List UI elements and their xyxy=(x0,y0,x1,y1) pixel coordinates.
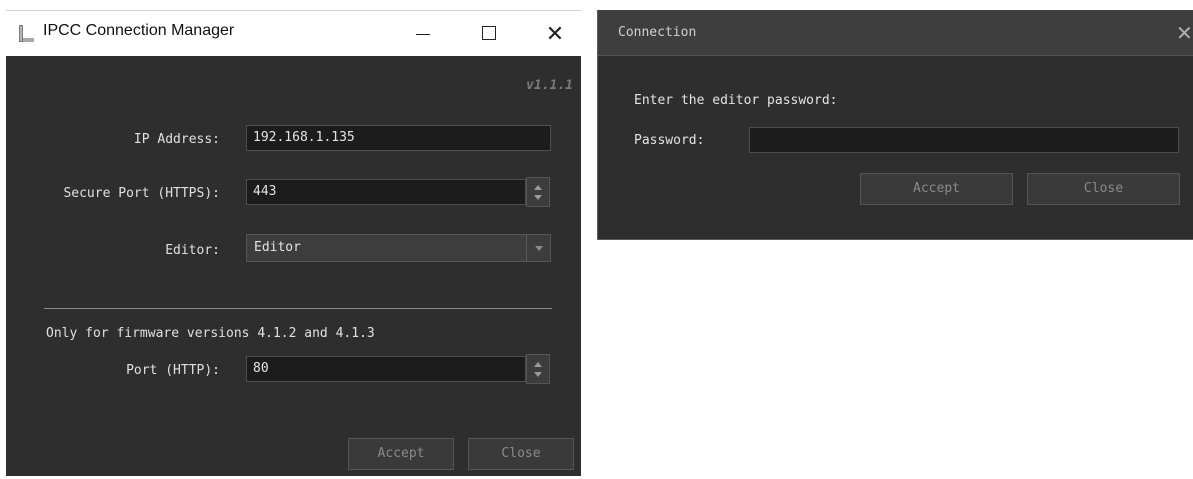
connection-manager-window: IPCC Connection Manager ✕ v1.1.1 IP Addr… xyxy=(6,10,581,476)
close-button[interactable]: Close xyxy=(468,438,574,470)
password-prompt: Enter the editor password: xyxy=(634,93,838,108)
secure-port-stepper[interactable] xyxy=(526,177,550,207)
app-icon xyxy=(18,24,35,43)
editor-label: Editor: xyxy=(165,243,220,258)
ip-address-label: IP Address: xyxy=(133,132,220,147)
stepper-up-icon[interactable] xyxy=(534,185,542,190)
dialog-titlebar[interactable]: Connection ✕ xyxy=(598,10,1193,56)
accept-button[interactable]: Accept xyxy=(348,438,454,470)
version-label: v1.1.1 xyxy=(526,78,573,93)
manager-form: v1.1.1 IP Address: 192.168.1.135 Secure … xyxy=(6,56,581,476)
ip-address-input[interactable]: 192.168.1.135 xyxy=(246,125,551,151)
dialog-accept-button[interactable]: Accept xyxy=(860,173,1013,205)
secure-port-label: Secure Port (HTTPS): xyxy=(63,186,220,201)
password-input[interactable] xyxy=(749,127,1179,153)
dialog-title: Connection xyxy=(618,25,697,40)
connection-dialog: Connection ✕ Enter the editor password: … xyxy=(597,10,1193,240)
close-icon: ✕ xyxy=(545,21,565,46)
dialog-close-button[interactable]: Close xyxy=(1027,173,1180,205)
editor-select[interactable]: Editor xyxy=(246,234,551,262)
http-port-label: Port (HTTP): xyxy=(126,363,220,378)
stepper-up-icon[interactable] xyxy=(534,362,542,367)
http-port-input[interactable]: 80 xyxy=(246,356,526,382)
stepper-down-icon[interactable] xyxy=(534,372,542,377)
secure-port-input[interactable]: 443 xyxy=(246,179,526,205)
stepper-down-icon[interactable] xyxy=(534,195,542,200)
minimize-button[interactable] xyxy=(403,19,443,49)
editor-select-value: Editor xyxy=(254,240,301,255)
maximize-button[interactable] xyxy=(469,19,509,49)
window-title: IPCC Connection Manager xyxy=(43,22,235,39)
firmware-note: Only for firmware versions 4.1.2 and 4.1… xyxy=(46,326,375,341)
window-close-button[interactable]: ✕ xyxy=(535,19,575,49)
dropdown-arrow-icon[interactable] xyxy=(526,235,550,261)
minimize-icon xyxy=(416,34,430,35)
maximize-icon xyxy=(482,26,496,40)
http-port-stepper[interactable] xyxy=(526,354,550,384)
password-label: Password: xyxy=(634,133,705,148)
window-titlebar[interactable]: IPCC Connection Manager ✕ xyxy=(6,10,581,56)
dialog-close-icon[interactable]: ✕ xyxy=(1176,21,1193,46)
section-divider xyxy=(44,308,552,309)
